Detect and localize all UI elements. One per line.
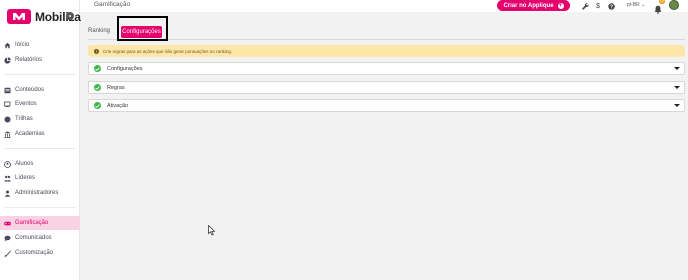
section-label: Ativação xyxy=(107,102,129,109)
dollar-icon[interactable]: $ xyxy=(594,2,602,10)
caret-down-icon[interactable] xyxy=(674,104,680,107)
sidebar-item-trilhas[interactable]: Trilhas xyxy=(0,112,80,126)
section-configuracoes[interactable]: Configurações xyxy=(88,62,685,75)
sidebar-item-label: Administradores xyxy=(15,190,59,196)
sidebar-item-alunos[interactable]: Alunos xyxy=(0,157,80,171)
logo-mark-icon xyxy=(7,9,31,24)
sidebar-item-lideres[interactable]: Líderes xyxy=(0,171,80,185)
gamepad-icon xyxy=(4,220,11,227)
sidebar-item-label: Relatórios xyxy=(15,57,43,63)
sidebar-item-label: Alunos xyxy=(15,161,34,167)
sidebar-item-label: Comunicados xyxy=(15,235,52,241)
avatar[interactable] xyxy=(669,0,679,10)
caret-down-icon[interactable] xyxy=(674,67,680,70)
divider xyxy=(4,148,76,149)
section-label: Configurações xyxy=(107,65,143,72)
events-icon xyxy=(4,101,11,108)
sidebar-item-label: Conteúdos xyxy=(15,87,45,93)
check-icon xyxy=(94,84,101,91)
plus-icon: + xyxy=(557,2,564,9)
sidebar-item-label: Customização xyxy=(15,250,54,256)
sidebar-item-label: Academias xyxy=(15,131,45,137)
section-ativacao[interactable]: Ativação xyxy=(88,99,685,112)
academy-icon xyxy=(4,130,11,138)
trails-icon xyxy=(4,116,11,123)
check-icon xyxy=(94,102,101,109)
sidebar-item-eventos[interactable]: Eventos xyxy=(0,97,80,111)
divider xyxy=(4,207,76,208)
tab-configuracoes[interactable]: Configurações xyxy=(121,26,162,38)
sidebar-item-label: Trilhas xyxy=(15,116,33,122)
content-icon xyxy=(4,87,11,94)
sidebar-item-conteudos[interactable]: Conteúdos xyxy=(0,83,80,97)
brush-icon xyxy=(4,249,11,257)
create-in-applique-button[interactable]: Criar no Applique + xyxy=(497,0,570,11)
divider xyxy=(4,74,76,75)
sidebar-item-gamificacao[interactable]: Gamificação xyxy=(0,216,80,230)
sidebar-item-administradores[interactable]: Administradores xyxy=(0,186,80,200)
leaders-icon xyxy=(4,175,11,182)
user-icon xyxy=(4,160,11,168)
svg-text:?: ? xyxy=(609,4,612,10)
language-label: pt-BR xyxy=(627,2,640,8)
sidebar-item-customizacao[interactable]: Customização xyxy=(0,246,80,260)
sidebar-item-academias[interactable]: Academias xyxy=(0,127,80,141)
chat-icon xyxy=(4,235,11,242)
create-button-label: Criar no Applique xyxy=(503,2,554,9)
sidebar-item-label: Líderes xyxy=(15,175,36,181)
wrench-icon[interactable] xyxy=(581,2,589,10)
admin-icon xyxy=(4,190,11,197)
language-selector[interactable]: pt-BR ⌄ xyxy=(627,2,645,8)
sidebar-item-label: Gamificação xyxy=(15,220,49,226)
alert-text: Crie regras para as ações que irão gerar… xyxy=(103,48,233,54)
caret-down-icon[interactable] xyxy=(674,86,680,89)
sidebar-item-inicio[interactable]: Início xyxy=(0,38,80,52)
section-label: Regras xyxy=(107,84,125,91)
sidebar: Mobiliza Início Relatórios Conteúdos Eve… xyxy=(0,0,81,280)
notification-badge: 12 xyxy=(659,0,665,4)
help-icon[interactable]: ? xyxy=(607,2,615,10)
tab-bar: Ranking Configurações xyxy=(88,16,685,41)
tab-ranking[interactable]: Ranking xyxy=(88,28,110,34)
home-icon xyxy=(4,42,11,49)
sidebar-item-relatorios[interactable]: Relatórios xyxy=(0,53,80,67)
info-icon: ! xyxy=(94,48,99,54)
chart-pie-icon xyxy=(4,56,11,64)
mouse-cursor-icon xyxy=(208,223,216,241)
sidebar-item-comunicados[interactable]: Comunicados xyxy=(0,231,80,245)
info-alert: ! Crie regras para as ações que irão ger… xyxy=(88,45,685,57)
section-regras[interactable]: Regras xyxy=(88,81,685,94)
sidebar-item-label: Eventos xyxy=(15,101,37,107)
collapse-sidebar-icon[interactable] xyxy=(66,12,74,20)
page-title: Gamificação xyxy=(94,1,131,8)
check-icon xyxy=(94,65,101,72)
chevron-down-icon: ⌄ xyxy=(641,2,646,8)
sidebar-item-label: Início xyxy=(15,42,30,48)
